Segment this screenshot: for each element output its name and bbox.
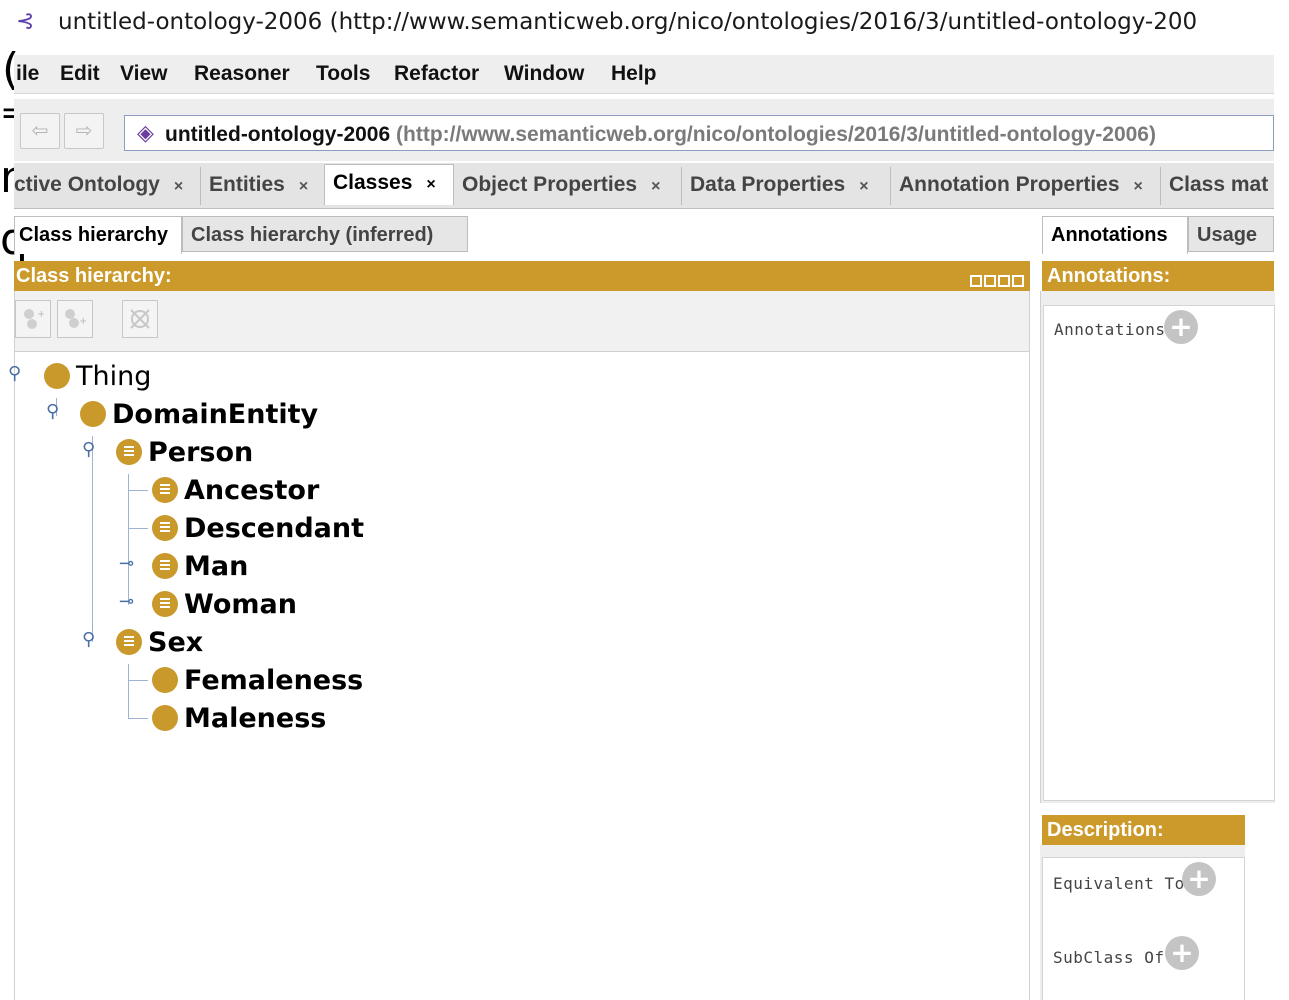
menu-bar: ile Edit View Reasoner Tools Refactor Wi… — [14, 55, 1274, 94]
description-panel: Equivalent To + SubClass Of + — [1040, 845, 1245, 1000]
defined-class-icon — [152, 591, 178, 617]
add-subclass-icon: + — [24, 309, 44, 329]
tab-active-ontology[interactable]: ctive Ontology × — [14, 167, 201, 205]
class-icon — [152, 667, 178, 693]
tree-node-domainentity[interactable]: DomainEntity — [80, 398, 318, 432]
expand-handle-icon[interactable]: ⚲ — [8, 363, 21, 384]
defined-class-icon — [116, 439, 142, 465]
add-superclass-button[interactable]: + — [1165, 936, 1199, 970]
float-view-icon[interactable] — [998, 275, 1010, 287]
title-bar: ⊰ untitled-ontology-2006 (http://www.sem… — [0, 0, 1289, 46]
tab-class-matrix[interactable]: Class mat — [1161, 167, 1274, 205]
tree-connector — [128, 474, 129, 605]
menu-tools[interactable]: Tools — [316, 62, 370, 86]
collapsed-handle-icon[interactable]: ⊸ — [119, 591, 134, 612]
back-button[interactable]: ⇦ — [20, 113, 60, 149]
delete-class-button[interactable] — [122, 300, 158, 338]
defined-class-icon — [152, 477, 178, 503]
tab-entities[interactable]: Entities × — [201, 167, 325, 205]
window-title: untitled-ontology-2006 (http://www.seman… — [58, 9, 1198, 35]
annotations-header: Annotations: — [1042, 261, 1274, 291]
tab-class-hierarchy-inferred[interactable]: Class hierarchy (inferred) — [182, 216, 468, 252]
tab-usage[interactable]: Usage — [1188, 216, 1274, 252]
tree-connector — [128, 490, 148, 491]
tree-connector — [92, 436, 93, 642]
tree-connector — [128, 718, 148, 719]
add-annotation-button[interactable]: + — [1164, 310, 1198, 344]
tree-node-man[interactable]: Man — [152, 550, 248, 584]
svg-text:+: + — [79, 316, 86, 327]
tree-node-sex[interactable]: Sex — [116, 626, 203, 660]
tree-node-descendant[interactable]: Descendant — [152, 512, 364, 546]
tab-annotations[interactable]: Annotations — [1042, 216, 1188, 254]
annotations-label: Annotations — [1054, 320, 1166, 339]
collapsed-handle-icon[interactable]: ⊸ — [119, 553, 134, 574]
tab-classes[interactable]: Classes × — [324, 164, 454, 205]
split-view-icon[interactable] — [970, 275, 982, 287]
expand-handle-icon[interactable]: ⚲ — [82, 629, 95, 650]
equivalent-to-label: Equivalent To — [1053, 874, 1185, 893]
defined-class-icon — [152, 553, 178, 579]
annotations-panel: Annotations + — [1040, 291, 1275, 803]
menu-window[interactable]: Window — [504, 62, 584, 86]
defined-class-icon — [152, 515, 178, 541]
ontology-name: untitled-ontology-2006 — [165, 123, 391, 146]
tree-node-femaleness[interactable]: Femaleness — [152, 664, 363, 698]
menu-file[interactable]: ile — [16, 62, 39, 86]
tree-connector — [128, 680, 148, 681]
minimize-view-icon[interactable] — [984, 275, 996, 287]
menu-view[interactable]: View — [120, 62, 167, 86]
menu-reasoner[interactable]: Reasoner — [194, 62, 290, 86]
address-bar-row: ⇦ ⇨ ◈ untitled-ontology-2006 (http://www… — [14, 99, 1274, 161]
delete-class-icon — [130, 309, 150, 329]
tab-annotation-properties[interactable]: Annotation Properties × — [891, 167, 1161, 205]
tab-data-properties[interactable]: Data Properties × — [682, 167, 891, 205]
class-icon — [152, 705, 178, 731]
tree-node-maleness[interactable]: Maleness — [152, 702, 326, 736]
active-ontology-field[interactable]: ◈ untitled-ontology-2006 (http://www.sem… — [124, 115, 1274, 151]
expand-handle-icon[interactable]: ⚲ — [82, 439, 95, 460]
description-header: Description: — [1042, 815, 1245, 845]
arrow-right-icon: ⇨ — [75, 120, 93, 142]
menu-refactor[interactable]: Refactor — [394, 62, 479, 86]
tree-toolbar: + + — [15, 291, 1029, 352]
add-sibling-icon: + — [65, 309, 86, 328]
close-icon[interactable]: × — [651, 178, 660, 195]
class-hierarchy-header: Class hierarchy: — [14, 261, 1030, 291]
tree-node-thing[interactable]: Thing — [44, 360, 151, 394]
forward-button[interactable]: ⇨ — [64, 113, 104, 149]
close-icon[interactable]: × — [299, 178, 308, 195]
class-icon — [80, 401, 106, 427]
close-icon[interactable]: × — [174, 178, 183, 195]
tree-node-ancestor[interactable]: Ancestor — [152, 474, 319, 508]
tab-object-properties[interactable]: Object Properties × — [454, 167, 682, 205]
tree-node-person[interactable]: Person — [116, 436, 253, 470]
arrow-left-icon: ⇦ — [31, 120, 49, 142]
ontology-iri: (http://www.semanticweb.org/nico/ontolog… — [396, 123, 1156, 146]
subclass-of-label: SubClass Of — [1053, 948, 1165, 967]
menu-help[interactable]: Help — [611, 62, 657, 86]
close-icon[interactable]: × — [1134, 178, 1143, 195]
ontology-diamond-icon: ◈ — [137, 120, 154, 145]
expand-handle-icon[interactable]: ⚲ — [46, 401, 59, 422]
tree-connector — [128, 664, 129, 719]
tree-node-woman[interactable]: Woman — [152, 588, 297, 622]
description-box: Equivalent To + SubClass Of + — [1042, 857, 1245, 1000]
menu-edit[interactable]: Edit — [60, 62, 100, 86]
add-equivalent-button[interactable]: + — [1182, 862, 1216, 896]
add-sibling-button[interactable]: + — [57, 300, 93, 338]
tab-class-hierarchy[interactable]: Class hierarchy — [14, 216, 182, 254]
annotations-box: Annotations + — [1043, 305, 1275, 801]
svg-text:+: + — [37, 309, 44, 320]
add-subclass-button[interactable]: + — [15, 300, 51, 338]
defined-class-icon — [116, 629, 142, 655]
class-icon — [44, 363, 70, 389]
tree-connector — [128, 528, 148, 529]
protege-logo-icon: ⊰ — [16, 9, 35, 34]
close-icon[interactable]: × — [426, 176, 435, 193]
close-view-icon[interactable] — [1012, 275, 1024, 287]
close-icon[interactable]: × — [859, 178, 868, 195]
workspace-tab-bar: ctive Ontology × Entities × Classes × Objec… — [14, 163, 1274, 209]
